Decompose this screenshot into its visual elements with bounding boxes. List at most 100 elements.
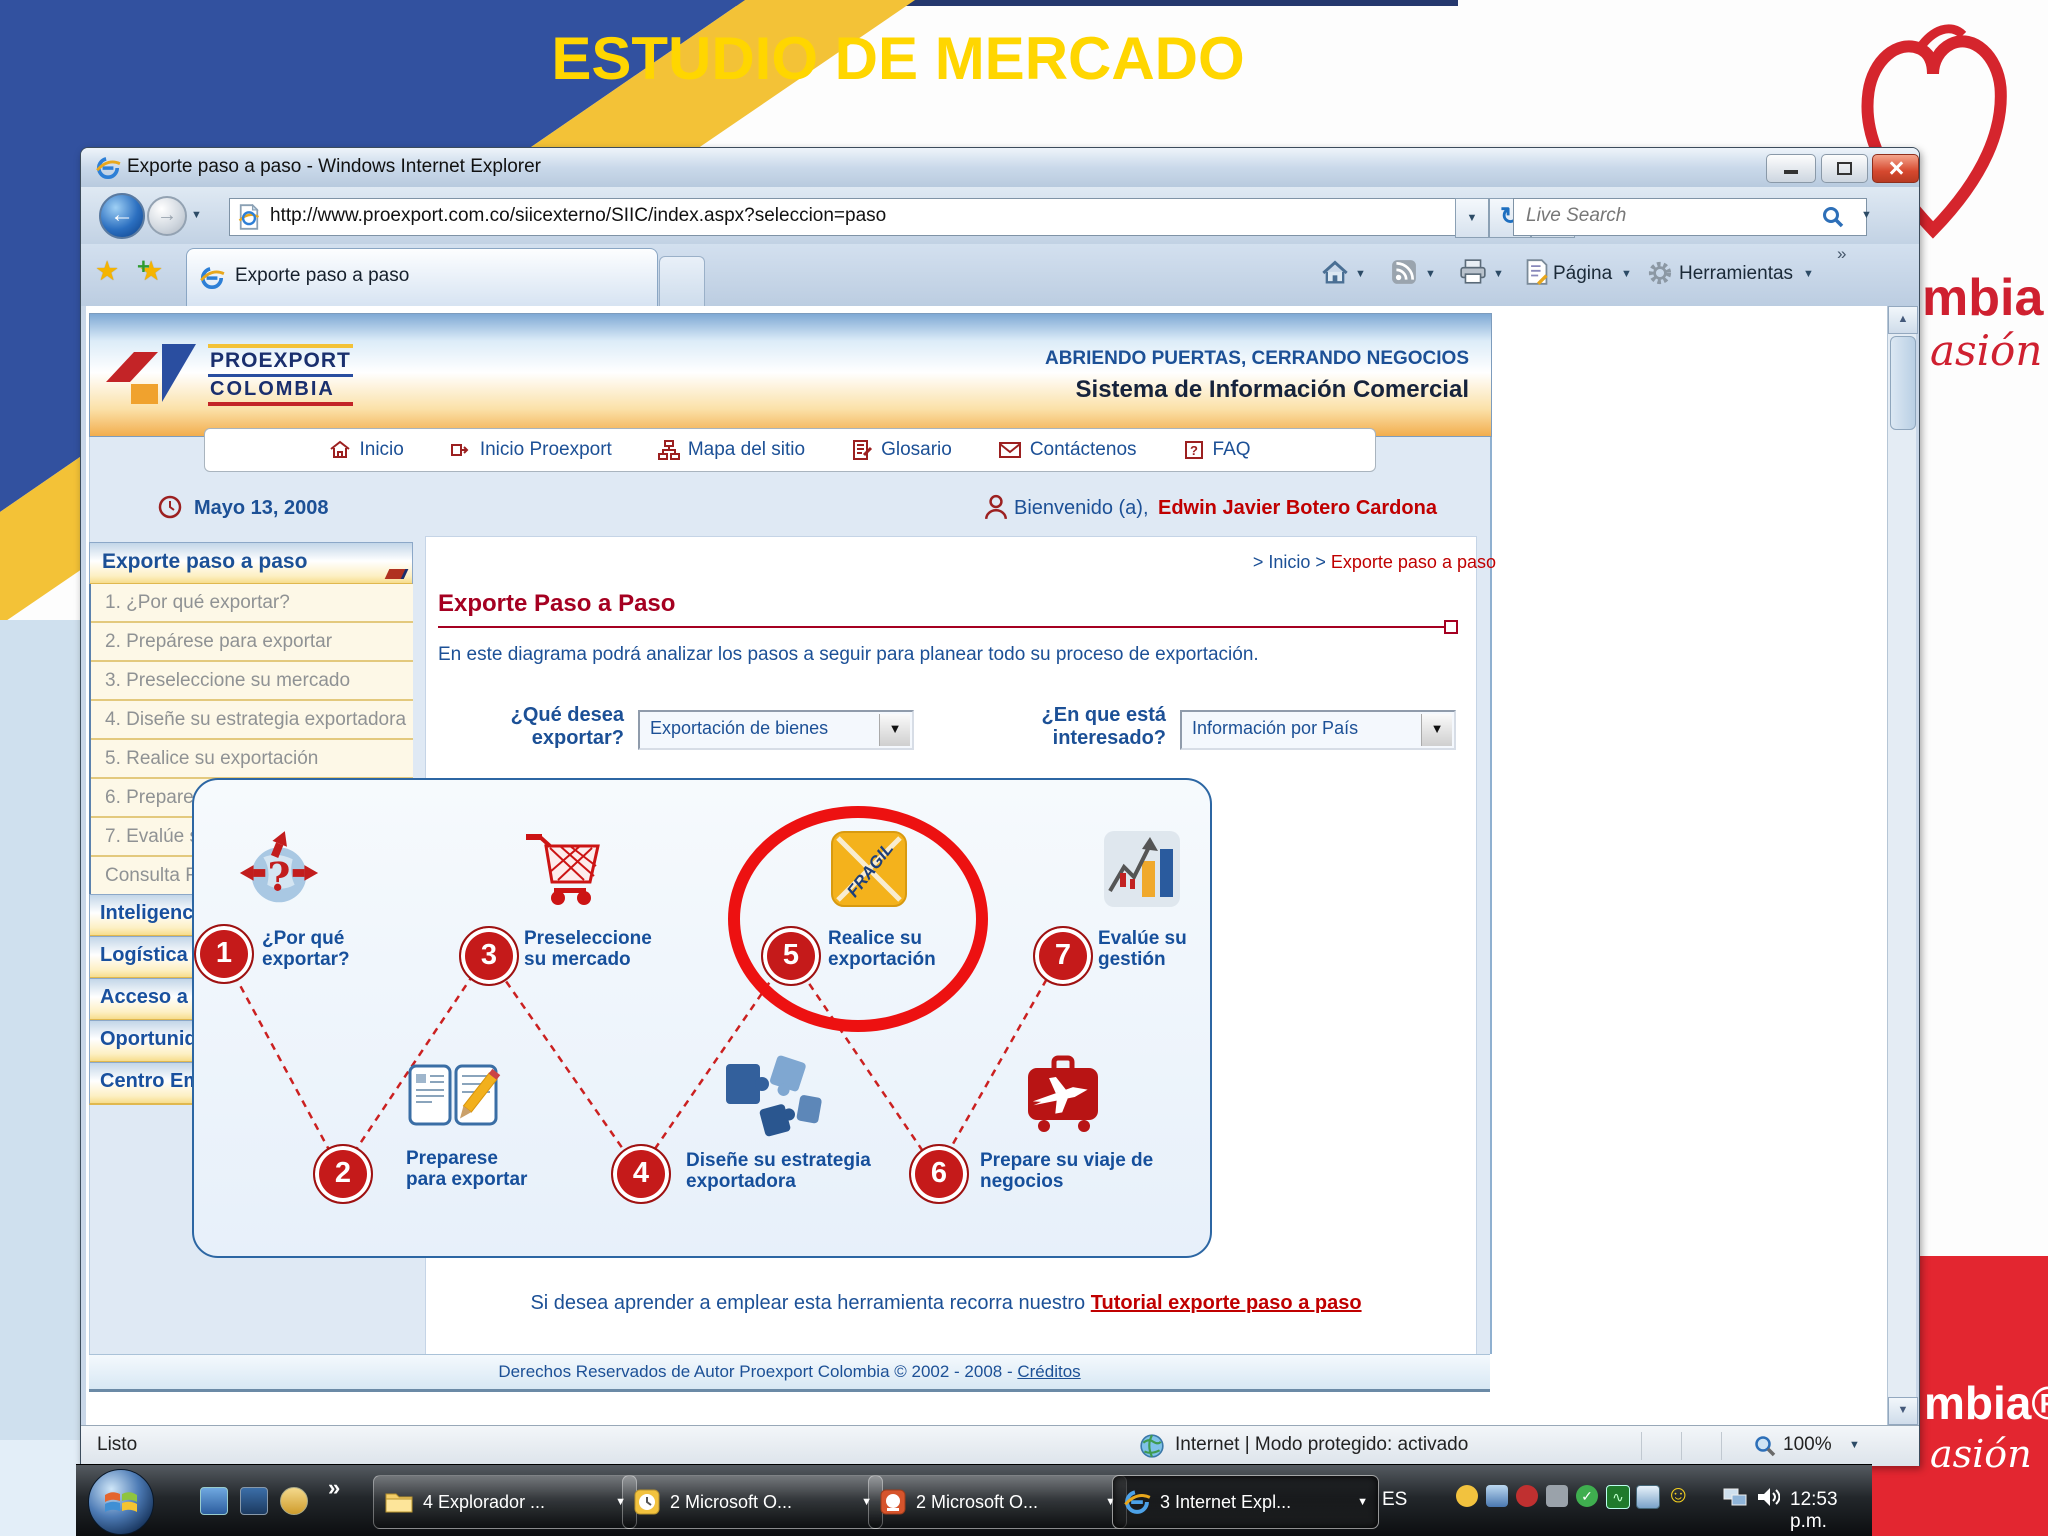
breadcrumb-current: Exporte paso a paso bbox=[1330, 552, 1496, 572]
address-input[interactable]: http://www.proexport.com.co/siicexterno/… bbox=[229, 198, 1495, 236]
proexport-wordmark[interactable]: PROEXPORT COLOMBIA bbox=[208, 344, 353, 406]
rss-caret-icon[interactable]: ▼ bbox=[1425, 268, 1436, 280]
prepare-notebook-icon[interactable] bbox=[404, 1058, 502, 1134]
internet-zone-globe-icon bbox=[1140, 1434, 1164, 1458]
scroll-up-button[interactable]: ▲ bbox=[1888, 306, 1918, 334]
toolbar-overflow-chevron-icon[interactable]: » bbox=[1837, 244, 1846, 264]
step-1-number[interactable]: 1 bbox=[194, 924, 254, 984]
zoom-level[interactable]: 100% bbox=[1783, 1434, 1832, 1456]
search-input[interactable]: Live Search bbox=[1513, 198, 1867, 236]
menu-item-inicio[interactable]: Inicio bbox=[329, 439, 404, 461]
zoom-magnifier-icon[interactable] bbox=[1753, 1434, 1777, 1458]
why-export-icon[interactable]: ? bbox=[234, 828, 322, 916]
start-button[interactable] bbox=[88, 1469, 154, 1535]
step-1-label[interactable]: ¿Por qué exportar? bbox=[262, 928, 372, 971]
minimize-button[interactable] bbox=[1766, 154, 1816, 183]
new-tab-stub[interactable] bbox=[659, 256, 705, 307]
taskbar-button-internet-explorer[interactable]: 3 Internet Expl... ▼ bbox=[1112, 1475, 1379, 1529]
breadcrumb-inicio-link[interactable]: > Inicio > bbox=[1253, 552, 1331, 572]
step-6-number[interactable]: 6 bbox=[909, 1144, 969, 1204]
credits-link[interactable]: Créditos bbox=[1017, 1362, 1080, 1381]
back-button[interactable]: ← bbox=[99, 193, 145, 239]
step-4-label[interactable]: Diseñe su estrategia exportadora bbox=[686, 1150, 881, 1193]
scrollbar-thumb[interactable] bbox=[1890, 336, 1916, 430]
page-favicon-icon bbox=[238, 204, 260, 230]
menu-item-glosario[interactable]: Glosario bbox=[851, 439, 952, 461]
vertical-scrollbar[interactable]: ▲ ▼ bbox=[1887, 306, 1918, 1425]
favorites-star-icon[interactable]: ★ bbox=[95, 256, 119, 287]
tab-title: Exporte paso a paso bbox=[235, 265, 410, 286]
ie-tab-icon bbox=[200, 266, 225, 290]
print-caret-icon[interactable]: ▼ bbox=[1493, 268, 1504, 280]
tutorial-link[interactable]: Tutorial exporte paso a paso bbox=[1091, 1292, 1362, 1314]
slide-left-strip bbox=[0, 620, 80, 1536]
export-type-select[interactable]: Exportación de bienes ▼ bbox=[638, 710, 914, 750]
tray-icon[interactable] bbox=[1516, 1485, 1538, 1507]
scroll-down-button[interactable]: ▼ bbox=[1888, 1397, 1918, 1425]
sidebar-item-preseleccione[interactable]: 3. Preseleccione su mercado bbox=[91, 662, 413, 701]
step-3-label[interactable]: Preseleccione su mercado bbox=[524, 928, 654, 971]
tools-menu-button[interactable]: Herramientas bbox=[1679, 263, 1793, 285]
taskbar-button-powerpoint[interactable]: 2 Microsoft O... ▼ bbox=[868, 1475, 1127, 1529]
zoom-caret-icon[interactable]: ▼ bbox=[1849, 1439, 1860, 1451]
quick-launch-switch-windows-icon[interactable] bbox=[200, 1487, 228, 1515]
site-header: PROEXPORT COLOMBIA ABRIENDO PUERTAS, CER… bbox=[89, 313, 1492, 437]
tray-smiley-icon[interactable]: ☺ bbox=[1666, 1483, 1691, 1507]
evaluate-chart-icon[interactable] bbox=[1098, 826, 1186, 912]
sidebar-item-disene-estrategia[interactable]: 4. Diseñe su estrategia exportadora bbox=[91, 701, 413, 740]
tray-icon[interactable] bbox=[1486, 1485, 1508, 1507]
trip-suitcase-icon[interactable] bbox=[1014, 1054, 1112, 1138]
quick-launch-show-desktop-icon[interactable] bbox=[240, 1487, 268, 1515]
step-7-number[interactable]: 7 bbox=[1033, 926, 1093, 986]
taskbar-button-explorador[interactable]: 4 Explorador ... ▼ bbox=[373, 1475, 637, 1529]
tray-icon[interactable] bbox=[1456, 1485, 1478, 1507]
language-indicator[interactable]: ES bbox=[1382, 1489, 1407, 1511]
sidebar-item-preparese[interactable]: 2. Prepárese para exportar bbox=[91, 623, 413, 662]
search-options-caret-icon[interactable]: ▼ bbox=[1861, 209, 1872, 221]
window-title: Exporte paso a paso - Windows Internet E… bbox=[127, 156, 541, 177]
close-button[interactable] bbox=[1872, 154, 1919, 183]
menu-item-faq[interactable]: ? FAQ bbox=[1183, 439, 1251, 461]
home-caret-icon[interactable]: ▼ bbox=[1355, 268, 1366, 280]
sidebar-header-exporte-paso-a-paso[interactable]: Exporte paso a paso bbox=[89, 542, 413, 585]
address-dropdown-button[interactable]: ▼ bbox=[1455, 198, 1489, 238]
volume-tray-icon[interactable] bbox=[1756, 1485, 1780, 1509]
step-4-number[interactable]: 4 bbox=[611, 1144, 671, 1204]
forward-button[interactable]: → bbox=[147, 196, 187, 236]
taskbar-clock[interactable]: 12:53 p.m. bbox=[1790, 1489, 1872, 1533]
menu-item-contactenos[interactable]: Contáctenos bbox=[998, 439, 1137, 461]
network-tray-icon[interactable] bbox=[1722, 1485, 1748, 1509]
step-7-label[interactable]: Evalúe su gestión bbox=[1098, 928, 1198, 971]
preselect-market-cart-icon[interactable] bbox=[518, 824, 612, 912]
taskbar-button-outlook[interactable]: 2 Microsoft O... ▼ bbox=[622, 1475, 883, 1529]
home-icon[interactable] bbox=[1321, 260, 1349, 286]
maximize-button[interactable] bbox=[1821, 154, 1868, 183]
tutorial-text: Si desea aprender a emplear esta herrami… bbox=[530, 1292, 1091, 1314]
sidebar-item-por-que-exportar[interactable]: 1. ¿Por qué exportar? bbox=[91, 584, 413, 623]
interest-select[interactable]: Información por País ▼ bbox=[1180, 710, 1456, 750]
tray-icon[interactable]: ✓ bbox=[1576, 1485, 1598, 1507]
browser-titlebar[interactable]: Exporte paso a paso - Windows Internet E… bbox=[81, 148, 1919, 187]
step-2-number[interactable]: 2 bbox=[313, 1144, 373, 1204]
tray-icon[interactable]: ∿ bbox=[1606, 1485, 1630, 1509]
tray-icon[interactable] bbox=[1636, 1485, 1660, 1509]
history-caret-icon[interactable]: ▼ bbox=[191, 209, 202, 221]
page-menu-button[interactable]: Página bbox=[1553, 263, 1612, 285]
step-3-number[interactable]: 3 bbox=[459, 926, 519, 986]
tray-icon[interactable] bbox=[1546, 1485, 1568, 1507]
tools-caret-icon[interactable]: ▼ bbox=[1803, 268, 1814, 280]
menu-item-mapa-del-sitio[interactable]: Mapa del sitio bbox=[657, 439, 805, 461]
tab-exporte-paso-a-paso[interactable]: Exporte paso a paso bbox=[186, 248, 658, 307]
search-icon[interactable] bbox=[1821, 205, 1845, 229]
rss-feed-icon[interactable] bbox=[1391, 259, 1417, 285]
step-6-label[interactable]: Prepare su viaje de negocios bbox=[980, 1150, 1175, 1193]
menu-item-inicio-proexport[interactable]: Inicio Proexport bbox=[450, 439, 612, 461]
print-icon[interactable] bbox=[1459, 259, 1487, 285]
step-2-label[interactable]: Preparese para exportar bbox=[406, 1148, 541, 1191]
page-title: Exporte Paso a Paso bbox=[438, 590, 676, 617]
strategy-puzzle-icon[interactable] bbox=[716, 1052, 824, 1146]
quick-launch-chevron-icon[interactable]: » bbox=[328, 1475, 340, 1501]
sidebar-item-realice-exportacion[interactable]: 5. Realice su exportación bbox=[91, 740, 413, 779]
quick-launch-outlook-icon[interactable] bbox=[280, 1487, 308, 1515]
page-caret-icon[interactable]: ▼ bbox=[1621, 268, 1632, 280]
